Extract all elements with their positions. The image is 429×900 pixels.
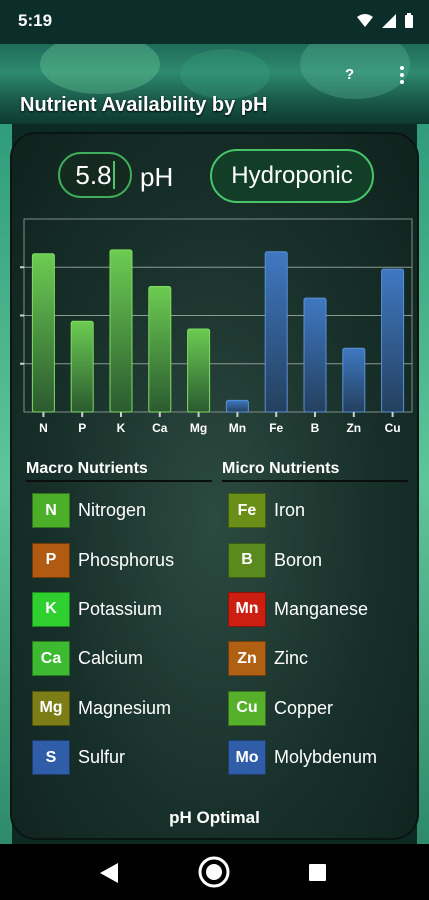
micro-item-iron[interactable]: Fe Iron [228, 486, 377, 535]
macro-item-phosphorus[interactable]: P Phosphorus [32, 535, 174, 584]
bar-b [303, 297, 327, 413]
bar-mg [187, 328, 211, 413]
nutrient-symbol-badge: Mo [228, 740, 266, 776]
macro-item-potassium[interactable]: K Potassium [32, 585, 174, 634]
macro-divider [26, 480, 212, 482]
main-panel: 5.8 pH Hydroponic N P K Ca Mg Mn Fe B Zn Cu Macro… [10, 132, 419, 840]
mode-toggle-button[interactable]: Hydroponic [210, 149, 374, 203]
ph-value: 5.8 [75, 159, 112, 190]
ph-input[interactable]: 5.8 [58, 152, 132, 198]
macro-item-calcium[interactable]: Ca Calcium [32, 634, 174, 683]
nutrient-name: Phosphorus [78, 549, 175, 570]
nutrient-symbol-badge: Cu [228, 690, 266, 726]
header-foliage [300, 44, 410, 99]
page-title: Nutrient Availability by pH [20, 94, 268, 116]
nutrient-symbol-badge: B [228, 542, 266, 578]
x-tick-label-ca: Ca [152, 421, 168, 435]
macro-item-magnesium[interactable]: Mg Magnesium [32, 684, 174, 733]
nutrient-symbol-badge: Fe [228, 493, 266, 529]
macro-heading: Macro Nutrients [26, 460, 148, 477]
micro-item-copper[interactable]: Cu Copper [228, 684, 377, 733]
nutrient-symbol-badge: Mg [32, 690, 70, 726]
nutrient-name: Magnesium [78, 697, 172, 718]
macro-item-nitrogen[interactable]: N Nitrogen [32, 486, 174, 535]
x-tick-label-cu: Cu [385, 421, 401, 435]
bar-mn [225, 399, 249, 413]
x-tick-label-mn: Mn [229, 421, 246, 435]
chart-bars [31, 249, 405, 413]
x-tick-label-p: P [78, 421, 86, 435]
bar-n [31, 253, 55, 413]
status-time: 5:19 [18, 11, 53, 30]
nutrient-name: Nitrogen [78, 500, 147, 521]
bar-cu [381, 268, 405, 413]
status-bar: 5:19 [0, 0, 429, 44]
nutrient-name: Boron [274, 549, 323, 570]
nutrient-name: Zinc [274, 648, 309, 669]
bar-zn [342, 347, 366, 413]
app-header: ? Nutrient Availability by pH [0, 44, 429, 124]
micro-list: Fe Iron B Boron Mn Manganese Zn Zinc Cu Coppe… [228, 486, 377, 782]
x-tick-label-zn: Zn [346, 421, 361, 435]
x-tick-label-fe: Fe [269, 421, 283, 435]
nutrient-symbol-badge: Mn [228, 591, 266, 627]
bar-ca [148, 286, 172, 413]
battery-icon [405, 13, 413, 28]
micro-divider [222, 480, 408, 482]
micro-item-molybdenum[interactable]: Mo Molybdenum [228, 733, 377, 782]
micro-heading: Micro Nutrients [222, 460, 340, 477]
home-icon[interactable] [197, 855, 231, 889]
micro-item-zinc[interactable]: Zn Zinc [228, 634, 377, 683]
nutrient-symbol-badge: N [32, 493, 70, 529]
nutrient-name: Copper [274, 697, 334, 718]
nutrient-availability-chart: N P K Ca Mg Mn Fe B Zn Cu [20, 218, 413, 435]
nutrient-name: Iron [274, 500, 306, 521]
chart-x-ticks: N P K Ca Mg Mn Fe B Zn Cu [39, 412, 401, 435]
wifi-icon [357, 13, 373, 27]
x-tick-label-b: B [311, 421, 320, 435]
ph-unit-label: pH [140, 162, 174, 192]
help-button[interactable]: ? [345, 66, 354, 83]
nutrient-name: Calcium [78, 648, 144, 669]
header-foliage [180, 49, 270, 99]
x-tick-label-mg: Mg [190, 421, 207, 435]
system-nav-bar [0, 844, 429, 900]
recents-icon[interactable] [309, 864, 326, 881]
bar-p [70, 320, 94, 413]
nutrient-symbol-badge: P [32, 542, 70, 578]
overflow-menu-icon[interactable] [398, 66, 406, 84]
x-tick-label-n: N [39, 421, 48, 435]
status-icons [357, 13, 413, 28]
nutrient-symbol-badge: Ca [32, 641, 70, 677]
macro-item-sulfur[interactable]: S Sulfur [32, 733, 174, 782]
mode-label: Hydroponic [231, 162, 353, 189]
bar-fe [264, 251, 288, 413]
back-icon[interactable] [100, 863, 118, 883]
ph-optimal-label: pH Optimal [169, 808, 260, 827]
header-foliage [40, 44, 160, 94]
micro-item-boron[interactable]: B Boron [228, 535, 377, 584]
nutrient-symbol-badge: S [32, 740, 70, 776]
nutrient-symbol-badge: Zn [228, 641, 266, 677]
micro-item-manganese[interactable]: Mn Manganese [228, 585, 377, 634]
nutrient-symbol-badge: K [32, 591, 70, 627]
nutrient-name: Sulfur [78, 747, 126, 768]
nutrient-name: Manganese [274, 598, 369, 619]
macro-list: N Nitrogen P Phosphorus K Potassium Ca Calci… [32, 486, 174, 782]
text-cursor [112, 161, 115, 189]
nutrient-name: Potassium [78, 598, 163, 619]
signal-icon [382, 13, 396, 28]
bar-k [109, 249, 133, 413]
nutrient-name: Molybdenum [274, 747, 378, 768]
x-tick-label-k: K [117, 421, 126, 435]
